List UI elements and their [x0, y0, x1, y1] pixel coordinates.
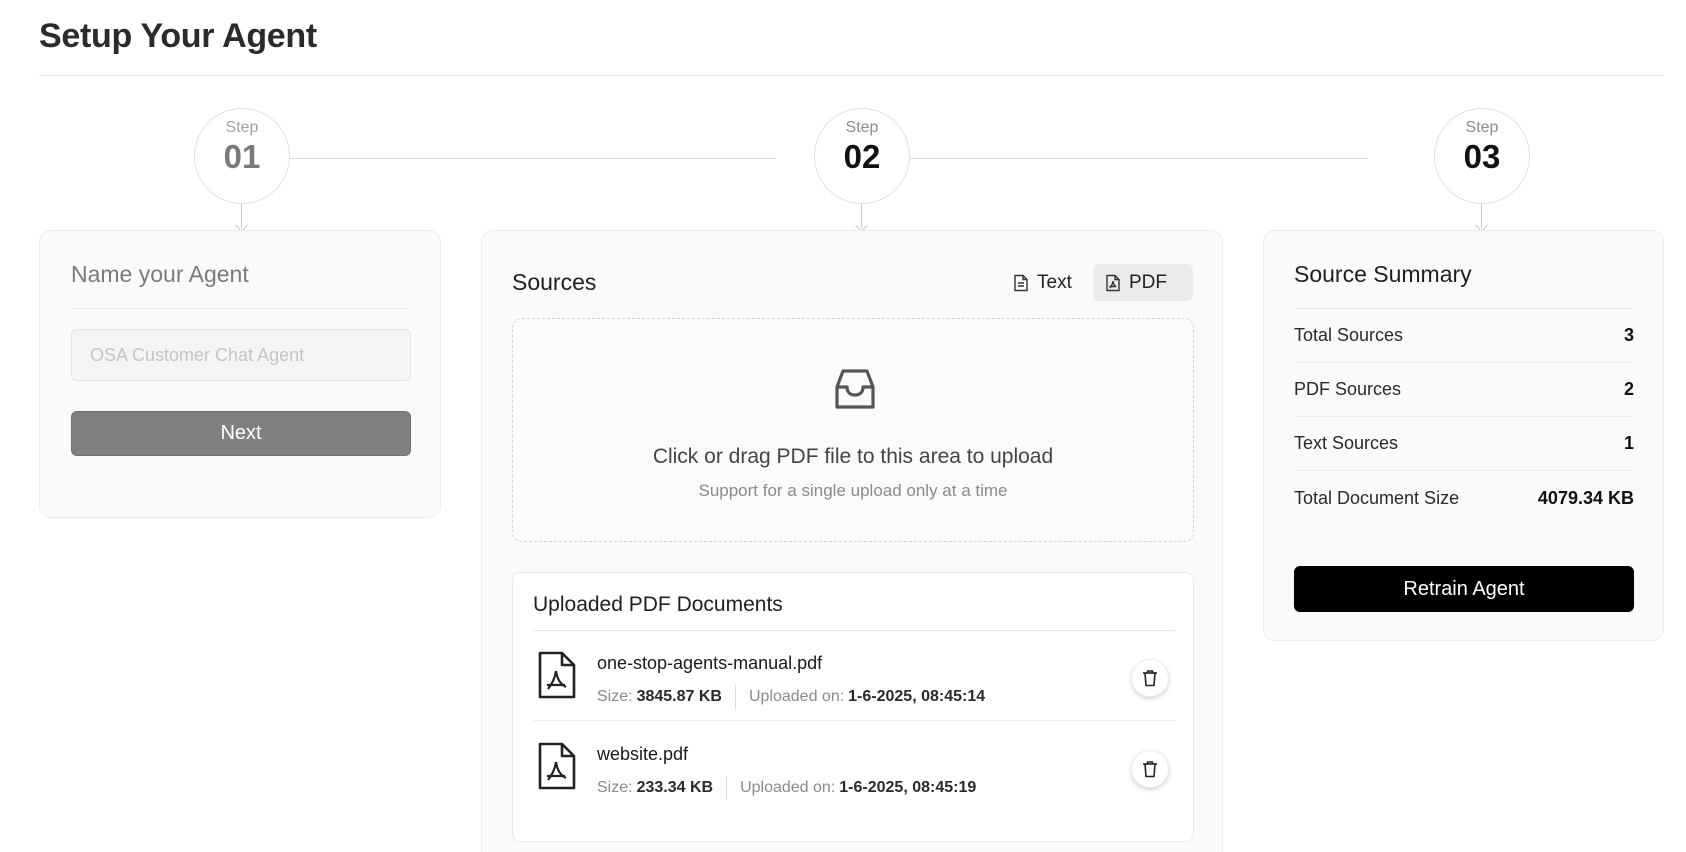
- tab-text[interactable]: Text: [1001, 264, 1093, 301]
- summary-row-pdf-sources: PDF Sources 2: [1294, 363, 1634, 417]
- step-connector-2: [872, 158, 1368, 159]
- uploaded-label: Uploaded on:: [748, 688, 845, 705]
- document-size: 233.34 KB: [636, 779, 714, 796]
- summary-value: 1: [1623, 433, 1634, 453]
- summary-row-text-sources: Text Sources 1: [1294, 417, 1634, 471]
- document-name: website.pdf: [597, 744, 689, 764]
- inbox-icon: [835, 369, 875, 409]
- step-label: Step: [845, 119, 879, 136]
- title-divider: [39, 75, 1664, 76]
- name-agent-title: Name your Agent: [71, 261, 249, 287]
- document-uploaded-on: 1-6-2025, 08:45:14: [848, 688, 986, 705]
- step-connector-1: [276, 158, 776, 159]
- summary-value: 3: [1623, 325, 1634, 345]
- document-uploaded-on: 1-6-2025, 08:45:19: [839, 779, 977, 796]
- step-indicator-1: Step 01: [194, 108, 290, 204]
- step-indicator-2: Step 02: [814, 108, 910, 204]
- document-meta: Size: 233.34 KB Uploaded on: 1-6-2025, 0…: [597, 776, 976, 800]
- pdf-file-icon: [538, 651, 576, 699]
- step-number: 03: [1463, 138, 1501, 175]
- tab-pdf-label: PDF: [1129, 271, 1167, 293]
- arrow-down-icon: [235, 204, 248, 232]
- delete-document-button[interactable]: [1131, 750, 1169, 788]
- retrain-agent-button[interactable]: Retrain Agent: [1294, 566, 1634, 612]
- document-size: 3845.87 KB: [636, 688, 722, 705]
- document-name: one-stop-agents-manual.pdf: [597, 653, 823, 673]
- tab-pdf[interactable]: PDF: [1093, 264, 1193, 301]
- step-label: Step: [225, 119, 259, 136]
- uploaded-documents-panel: Uploaded PDF Documents one-stop-agents-m…: [512, 572, 1194, 842]
- agent-name-input[interactable]: [71, 329, 411, 381]
- summary-value: 2: [1623, 379, 1634, 399]
- dropzone-main-text: Click or drag PDF file to this area to u…: [652, 445, 1054, 468]
- arrow-down-icon: [1475, 204, 1488, 232]
- size-label: Size:: [597, 688, 633, 705]
- summary-label: PDF Sources: [1294, 379, 1402, 399]
- trash-icon: [1143, 761, 1157, 778]
- meta-separator: [726, 776, 728, 800]
- summary-row-total-size: Total Document Size 4079.34 KB: [1294, 471, 1634, 525]
- list-item: one-stop-agents-manual.pdf Size: 3845.87…: [533, 631, 1175, 721]
- file-text-icon: [1014, 274, 1028, 291]
- summary-label: Total Sources: [1294, 325, 1404, 345]
- step-label: Step: [1465, 119, 1499, 136]
- uploaded-documents-title: Uploaded PDF Documents: [533, 593, 783, 616]
- size-label: Size:: [597, 779, 633, 796]
- arrow-down-icon: [855, 204, 868, 232]
- divider: [71, 308, 411, 309]
- pdf-upload-dropzone[interactable]: Click or drag PDF file to this area to u…: [512, 318, 1194, 542]
- tab-text-label: Text: [1037, 271, 1072, 293]
- next-button[interactable]: Next: [71, 411, 411, 456]
- summary-label: Total Document Size: [1294, 487, 1460, 508]
- uploaded-label: Uploaded on:: [740, 779, 836, 796]
- file-pdf-icon: [1106, 274, 1120, 291]
- delete-document-button[interactable]: [1131, 659, 1169, 697]
- name-agent-card: Name your Agent Next: [39, 230, 441, 518]
- meta-separator: [734, 685, 736, 709]
- step-number: 01: [223, 138, 261, 175]
- sources-title: Sources: [512, 269, 597, 295]
- summary-row-total-sources: Total Sources 3: [1294, 309, 1634, 363]
- step-indicator-3: Step 03: [1434, 108, 1530, 204]
- step-number: 02: [843, 138, 881, 175]
- list-item: website.pdf Size: 233.34 KB Uploaded on:…: [533, 722, 1175, 812]
- dropzone-hint-text: Support for a single upload only at a ti…: [698, 481, 1008, 500]
- trash-icon: [1143, 670, 1157, 687]
- source-summary-title: Source Summary: [1294, 261, 1472, 287]
- page-title: Setup Your Agent: [39, 17, 317, 55]
- summary-label: Text Sources: [1294, 433, 1399, 453]
- summary-value: 4079.34 KB: [1537, 487, 1634, 508]
- sources-card: Sources Text PDF Click or drag PDF file …: [481, 230, 1223, 852]
- source-summary-card: Source Summary Total Sources 3 PDF Sourc…: [1263, 230, 1664, 641]
- document-meta: Size: 3845.87 KB Uploaded on: 1-6-2025, …: [597, 685, 985, 709]
- pdf-file-icon: [538, 742, 576, 790]
